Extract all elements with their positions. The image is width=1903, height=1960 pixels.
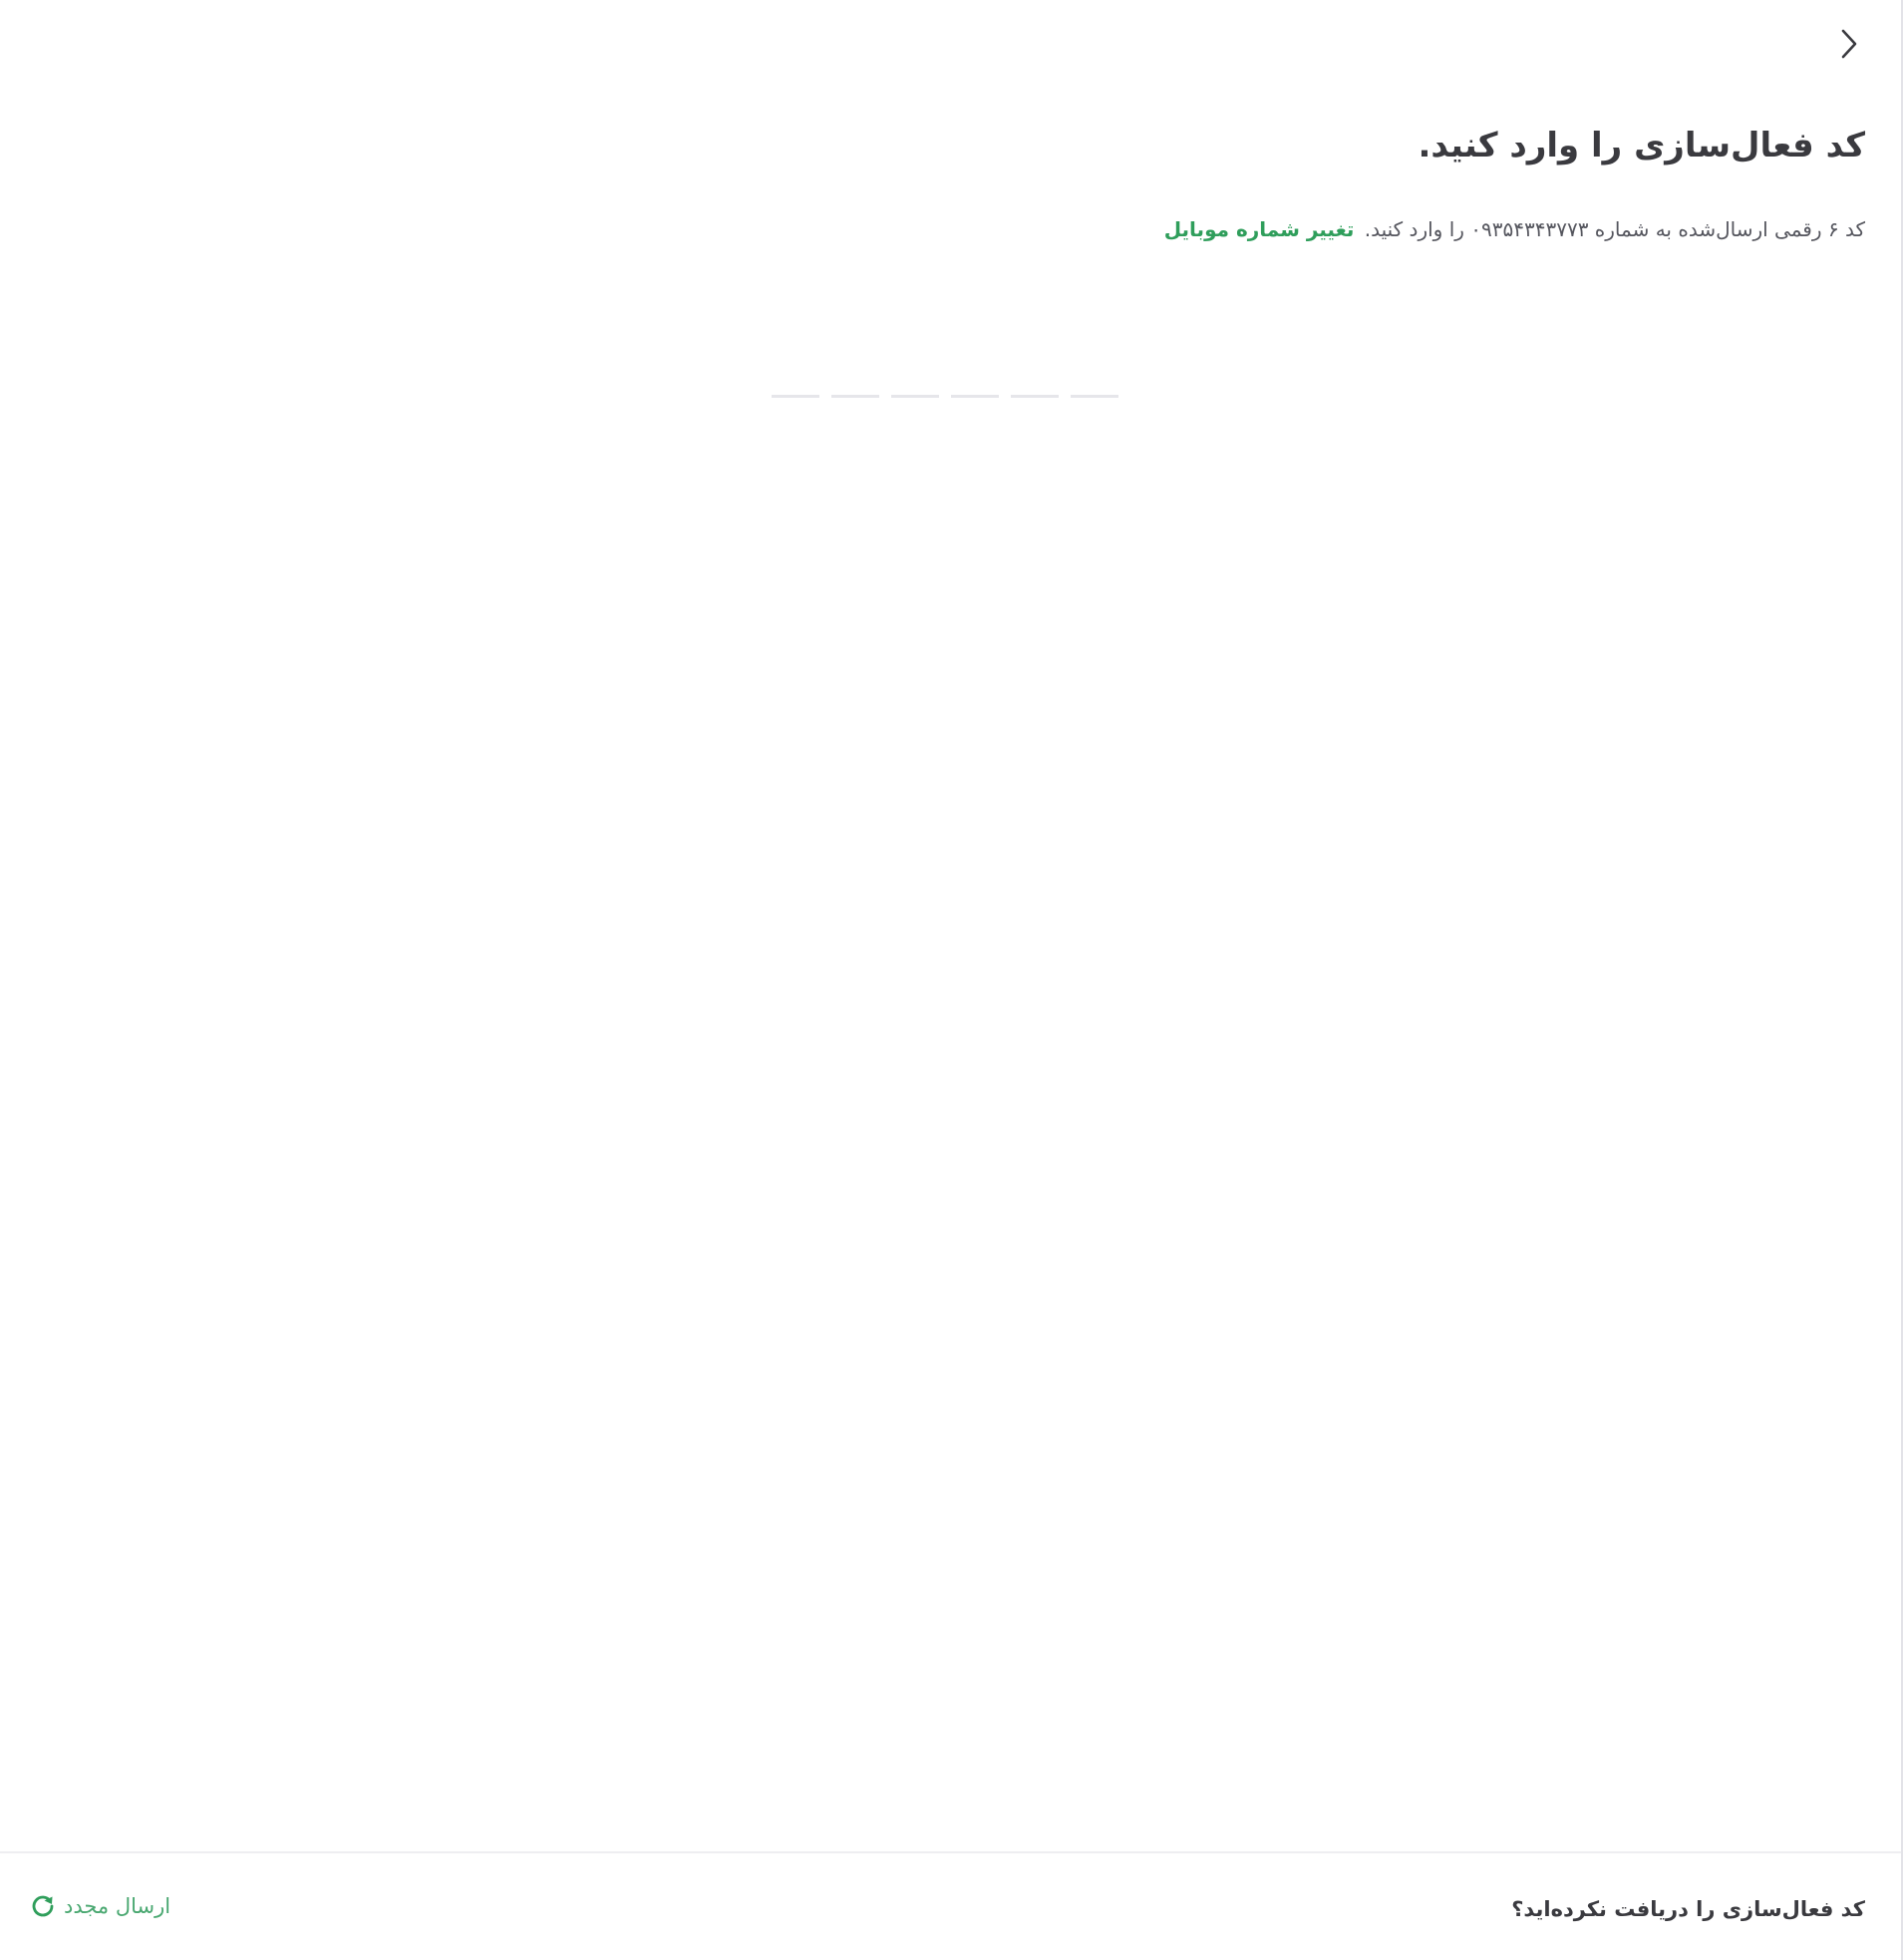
otp-digit-input[interactable] xyxy=(1011,379,1059,398)
otp-digit-input[interactable] xyxy=(1071,379,1118,398)
otp-digit-input[interactable] xyxy=(772,379,819,398)
refresh-icon xyxy=(32,1895,54,1917)
footer-bar: کد فعال‌سازی را دریافت نکرده‌اید؟ ارسال … xyxy=(0,1851,1901,1960)
otp-digit-input[interactable] xyxy=(831,379,879,398)
resend-button[interactable]: ارسال مجدد xyxy=(30,1893,170,1919)
change-number-link[interactable]: تغییر شماره موبایل xyxy=(1164,217,1355,241)
instruction-text: کد ۶ رقمی ارسال‌شده به شماره ۰۹۳۵۴۳۴۳۷۷۳… xyxy=(1364,217,1865,241)
instruction-row: کد ۶ رقمی ارسال‌شده به شماره ۰۹۳۵۴۳۴۳۷۷۳… xyxy=(1164,217,1865,241)
activation-panel: کد فعال‌سازی را وارد کنید. کد ۶ رقمی ارس… xyxy=(0,0,1903,1960)
chevron-right-icon xyxy=(1841,29,1857,59)
otp-input-group xyxy=(772,379,1118,398)
page-title: کد فعال‌سازی را وارد کنید. xyxy=(1418,126,1865,165)
activation-page: کد فعال‌سازی را وارد کنید. کد ۶ رقمی ارس… xyxy=(0,0,1903,1960)
resend-question: کد فعال‌سازی را دریافت نکرده‌اید؟ xyxy=(1511,1897,1865,1921)
back-button[interactable] xyxy=(1829,22,1869,66)
resend-label: ارسال مجدد xyxy=(64,1894,171,1918)
otp-digit-input[interactable] xyxy=(951,379,999,398)
otp-digit-input[interactable] xyxy=(891,379,939,398)
